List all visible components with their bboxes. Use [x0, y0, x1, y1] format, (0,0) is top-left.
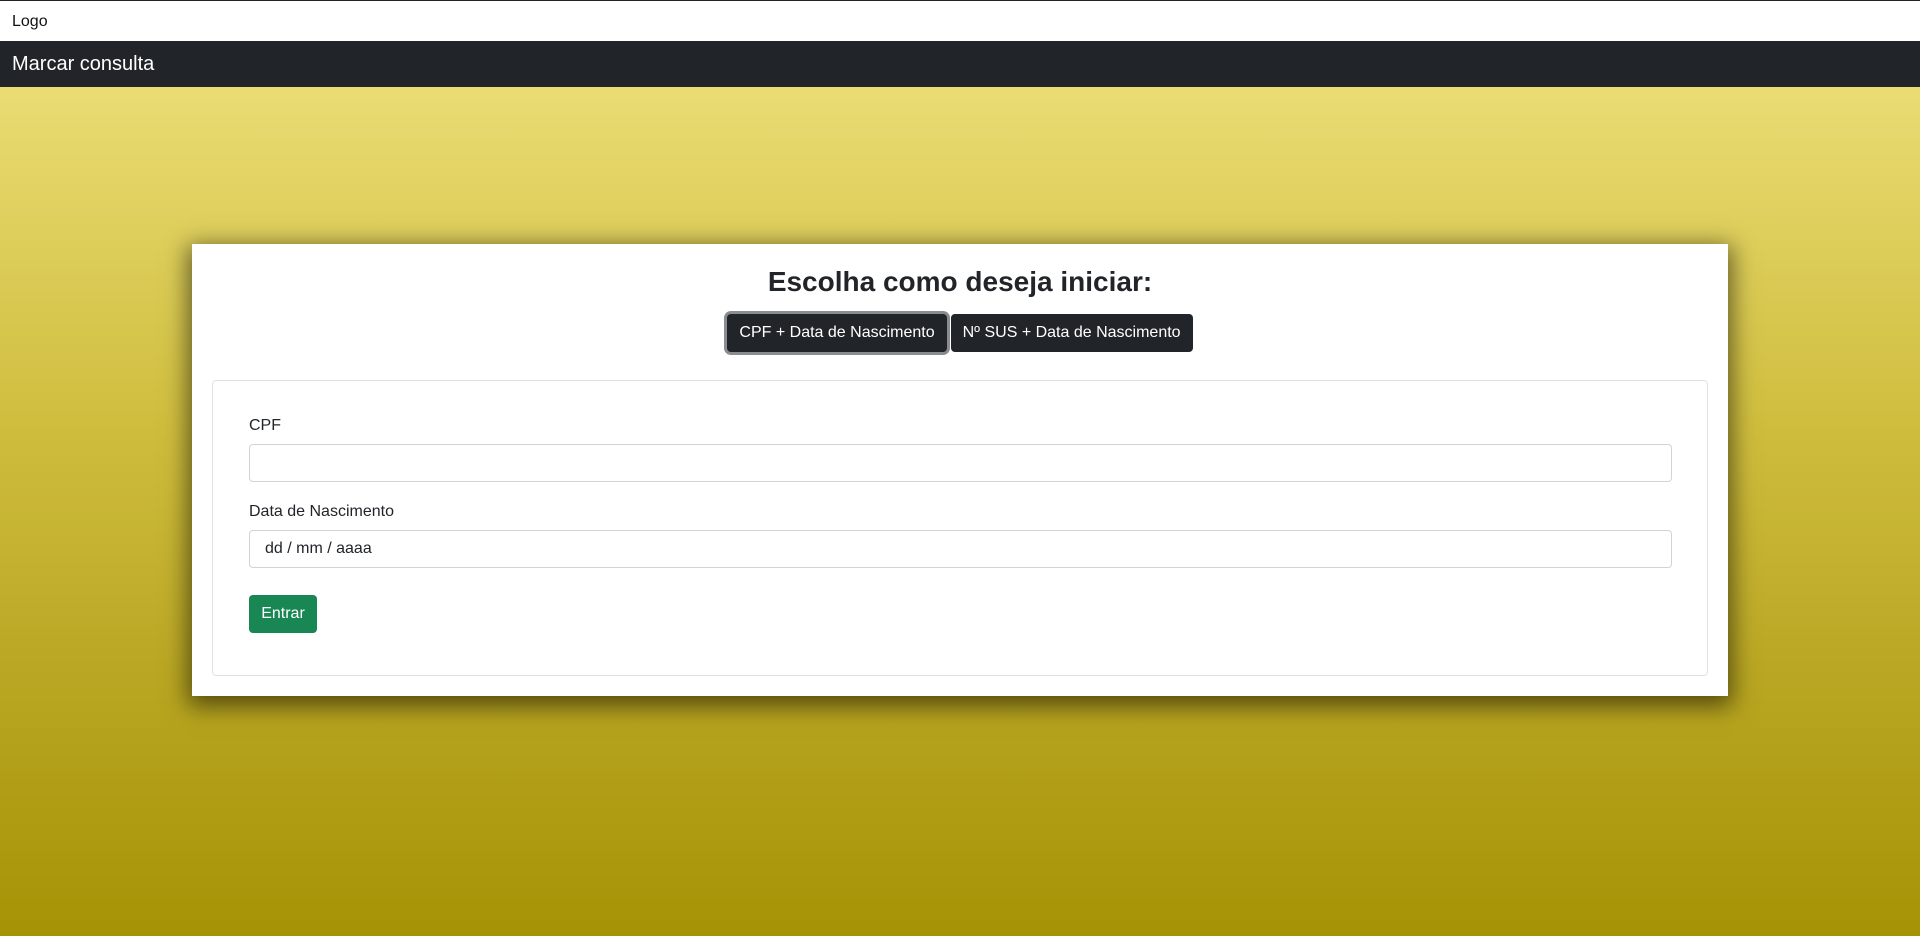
logo: Logo	[12, 13, 48, 30]
birthdate-input[interactable]	[249, 530, 1672, 568]
start-card: Escolha como deseja iniciar: CPF + Data …	[192, 244, 1728, 696]
sus-birthdate-button[interactable]: Nº SUS + Data de Nascimento	[950, 314, 1193, 352]
cpf-label: CPF	[249, 417, 281, 434]
navbar: Marcar consulta	[0, 41, 1920, 87]
cpf-birthdate-button[interactable]: CPF + Data de Nascimento	[727, 314, 947, 352]
birthdate-label: Data de Nascimento	[249, 503, 394, 520]
navbar-title-link[interactable]: Marcar consulta	[12, 53, 154, 76]
login-form: CPF Data de Nascimento Entrar	[212, 380, 1708, 676]
page-title: Escolha como deseja iniciar:	[767, 266, 1153, 297]
top-bar: Logo	[0, 0, 1920, 41]
cpf-input[interactable]	[249, 444, 1672, 482]
submit-button[interactable]: Entrar	[249, 595, 317, 633]
login-method-group: CPF + Data de Nascimento Nº SUS + Data d…	[192, 314, 1728, 352]
